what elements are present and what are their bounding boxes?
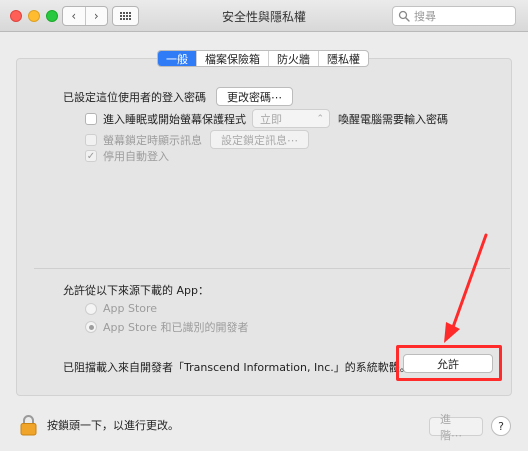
search-field[interactable]: 搜尋 <box>392 6 516 26</box>
lock-message-label: 螢幕鎖定時顯示訊息 <box>103 133 202 147</box>
lock-icon[interactable] <box>20 414 37 436</box>
lock-text: 按鎖頭一下，以進行更改。 <box>47 419 179 432</box>
advanced-button[interactable]: 進階⋯ <box>429 413 483 442</box>
password-label: 已設定這位使用者的登入密碼 <box>63 90 206 104</box>
downloads-heading-row: 允許從以下來源下載的 App： <box>63 282 209 298</box>
require-password-label: 進入睡眠或開始螢幕保護程式 <box>103 112 246 126</box>
search-placeholder: 搜尋 <box>414 10 436 23</box>
require-password-checkbox[interactable] <box>85 112 97 125</box>
radio-app-store[interactable] <box>85 302 97 315</box>
require-password-delay-select[interactable]: 立即 ⌃ <box>252 109 330 128</box>
tab-bar: 一般 檔案保險箱 防火牆 隱私權 <box>157 50 369 67</box>
tab-filevault[interactable]: 檔案保險箱 <box>196 51 268 66</box>
blocked-message-row: 已阻擋載入來自開發者「Transcend Information, Inc.」的… <box>63 359 411 375</box>
password-row: 已設定這位使用者的登入密碼 更改密碼⋯ <box>63 87 293 106</box>
annotation-highlight-box <box>396 345 502 381</box>
tab-firewall[interactable]: 防火牆 <box>268 51 318 66</box>
radio-app-store-row: App Store <box>85 302 157 315</box>
change-password-button[interactable]: 更改密碼⋯ <box>216 87 293 106</box>
tab-privacy[interactable]: 隱私權 <box>318 51 368 66</box>
tab-general[interactable]: 一般 <box>158 51 196 66</box>
delay-select-value: 立即 <box>260 112 282 126</box>
downloads-heading: 允許從以下來源下載的 App： <box>63 284 209 297</box>
radio-identified-label: App Store 和已識別的開發者 <box>103 321 249 334</box>
help-button[interactable]: ? <box>491 416 511 436</box>
radio-identified-developers[interactable] <box>85 321 97 333</box>
disable-autologin-row: ✓ 停用自動登入 <box>85 148 169 164</box>
disable-autologin-label: 停用自動登入 <box>103 150 169 163</box>
section-divider <box>34 268 510 269</box>
lock-message-checkbox[interactable] <box>85 133 97 146</box>
radio-app-store-label: App Store <box>103 302 158 315</box>
radio-identified-row: App Store 和已識別的開發者 <box>85 319 249 335</box>
require-password-row: 進入睡眠或開始螢幕保護程式 立即 ⌃ 喚醒電腦需要輸入密碼 <box>85 109 448 128</box>
require-password-suffix: 喚醒電腦需要輸入密碼 <box>338 112 448 126</box>
chevron-updown-icon: ⌃ <box>316 113 324 124</box>
search-icon <box>398 10 410 22</box>
lock-message-row: 螢幕鎖定時顯示訊息 設定鎖定訊息⋯ <box>85 130 309 149</box>
title-bar: ‹ › 安全性與隱私權 搜尋 <box>0 0 528 32</box>
blocked-software-message: 已阻擋載入來自開發者「Transcend Information, Inc.」的… <box>63 361 411 374</box>
lock-row: 按鎖頭一下，以進行更改。 <box>20 414 179 436</box>
set-lock-message-button[interactable]: 設定鎖定訊息⋯ <box>210 130 309 149</box>
disable-autologin-checkbox[interactable]: ✓ <box>85 150 97 162</box>
